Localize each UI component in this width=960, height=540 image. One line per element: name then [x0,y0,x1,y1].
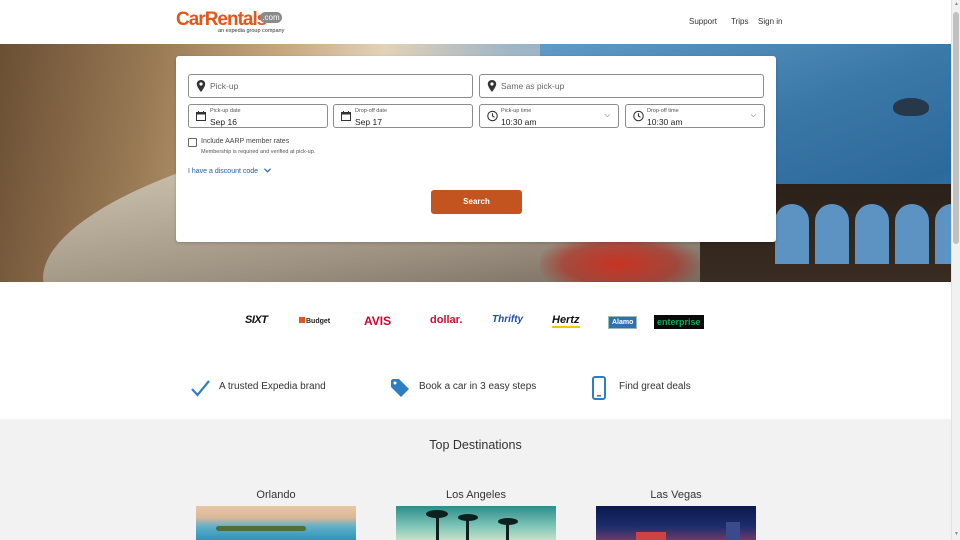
bridge-arch [815,204,849,264]
carrentals-logo[interactable]: CarRentals .com an expedia group company [176,9,286,35]
destination-label-los-angeles[interactable]: Los Angeles [396,489,556,501]
nav-trips-link[interactable]: Trips [731,17,748,26]
location-pin-icon [196,80,206,92]
dropoff-time-value: 10:30 am [647,117,683,127]
dropoff-date-field[interactable]: Drop-off date Sep 17 [333,104,473,128]
chevron-down-icon: ⌵ [750,112,756,119]
dropoff-time-label: Drop-off time [647,108,679,114]
aarp-label: Include AARP member rates [201,138,290,145]
scroll-down-arrow-icon[interactable]: ▼ [953,531,960,539]
pickup-date-field[interactable]: Pick-up date Sep 16 [188,104,328,128]
location-pin-icon [487,80,497,92]
pickup-time-label: Pick-up time [501,108,532,114]
bridge-arch [775,204,809,264]
budget-mark-icon [299,317,305,323]
hero-banner: Pick-up Same as pick-up Pick-up date Sep… [0,44,951,282]
feature-trusted-brand: A trusted Expedia brand [219,381,326,392]
pickup-date-label: Pick-up date [210,108,241,114]
calendar-icon [341,111,351,121]
scrollbar-thumb[interactable] [953,12,959,244]
dropoff-location-input[interactable]: Same as pick-up [479,74,764,98]
palm-tree [498,518,518,525]
destination-label-orlando[interactable]: Orlando [196,489,356,501]
destination-image-los-angeles[interactable] [396,506,556,540]
bridge-arch [895,204,929,264]
vegas-tower [726,522,740,540]
discount-code-toggle[interactable]: I have a discount code [188,168,271,175]
bridge-arch [935,204,951,264]
pickup-date-value: Sep 16 [210,117,237,127]
clock-icon [487,110,498,122]
feature-great-deals: Find great deals [619,381,691,392]
checkmark-icon [191,380,210,397]
destination-label-las-vegas[interactable]: Las Vegas [596,489,756,501]
vegas-lights [636,532,666,540]
pickup-time-value: 10:30 am [501,117,537,127]
dropoff-date-value: Sep 17 [355,117,382,127]
brand-logo-dollar: dollar. [430,314,463,326]
pickup-placeholder: Pick-up [210,81,239,91]
destination-image-las-vegas[interactable] [596,506,756,540]
pickup-time-select[interactable]: Pick-up time 10:30 am ⌵ [479,104,619,128]
brand-logo-hertz: Hertz [552,314,580,328]
brand-logo-budget: Budget [299,317,330,325]
logo-tagline: an expedia group company [218,28,285,34]
chevron-down-icon [264,168,271,173]
pickup-location-input[interactable]: Pick-up [188,74,473,98]
chevron-down-icon: ⌵ [604,112,610,119]
page-scrollbar[interactable]: ▲ ▼ [951,0,960,540]
search-button[interactable]: Search [431,190,522,214]
site-header: CarRentals .com an expedia group company… [0,0,951,44]
logo-com-badge: .com [260,12,282,23]
features-row: A trusted Expedia brand Book a car in 3 … [0,362,951,419]
price-tag-icon [391,379,409,397]
palm-tree [458,514,478,521]
top-destinations-title: Top Destinations [429,438,522,452]
search-card: Pick-up Same as pick-up Pick-up date Sep… [176,56,776,242]
aarp-checkbox[interactable] [188,138,197,147]
brand-logo-sixt: SIXT [245,314,268,326]
dropoff-placeholder: Same as pick-up [501,81,565,91]
nav-sign-in-link[interactable]: Sign in [758,17,782,26]
brand-logo-enterprise: enterprise [654,315,704,329]
calendar-icon [196,111,206,121]
dropoff-time-select[interactable]: Drop-off time 10:30 am ⌵ [625,104,765,128]
palm-tree [426,510,448,518]
mobile-phone-icon [592,376,606,400]
discount-code-label: I have a discount code [188,168,259,175]
aarp-note: Membership is required and verified at p… [201,149,316,155]
bridge-arch [855,204,889,264]
brand-logo-thrifty: Thrifty [492,314,524,325]
brand-logo-avis: AVIS [364,314,392,328]
nav-support-link[interactable]: Support [689,17,717,26]
scroll-up-arrow-icon[interactable]: ▲ [953,1,960,9]
brand-strip: SIXT Budget AVIS dollar. Thrifty Hertz A… [0,282,951,362]
destination-image-orlando[interactable] [196,506,356,540]
dropoff-date-label: Drop-off date [355,108,388,114]
hero-rock [893,98,929,116]
orlando-island [216,526,306,531]
feature-easy-steps: Book a car in 3 easy steps [419,381,537,392]
brand-logo-alamo: Alamo [608,316,638,329]
top-destinations-section: Top Destinations Orlando Los Angeles Las… [0,419,951,540]
clock-icon [633,110,644,122]
